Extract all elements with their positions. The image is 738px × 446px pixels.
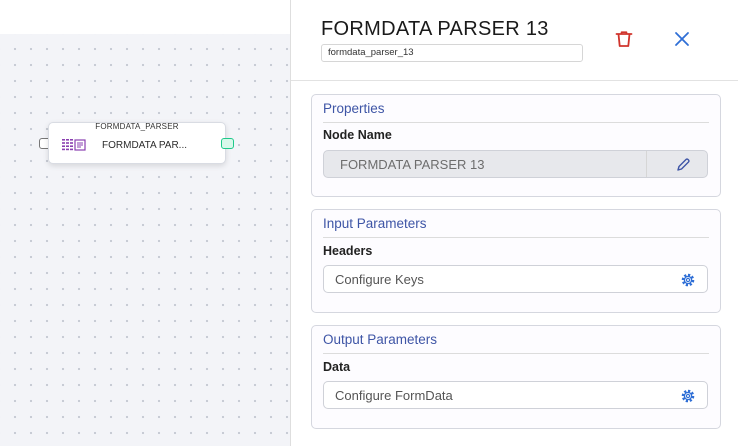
node-name-field: FORMDATA PARSER 13 [323,150,708,178]
gear-icon[interactable] [680,388,696,404]
node-id-field[interactable]: formdata_parser_13 [321,44,583,62]
workflow-canvas[interactable]: FORMDATA_PARSER FORMDATA PAR... [0,0,290,446]
input-parameters-title: Input Parameters [323,216,427,231]
headers-field[interactable]: Configure Keys [323,265,708,293]
trash-icon[interactable] [613,28,635,50]
section-divider [323,353,709,354]
canvas-grid [0,34,290,446]
input-parameters-section: Input Parameters Headers Configure Keys [311,209,721,313]
formdata-parser-node[interactable]: FORMDATA_PARSER FORMDATA PAR... [48,122,226,164]
data-label: Data [323,360,351,374]
canvas-toolbar-area [0,0,290,34]
node-name-value: FORMDATA PARSER 13 [340,157,485,172]
node-settings-panel: FORMDATA PARSER 13 formdata_parser_13 Pr… [290,0,738,446]
headers-label: Headers [323,244,373,258]
properties-section: Properties Node Name FORMDATA PARSER 13 [311,94,721,197]
panel-title: FORMDATA PARSER 13 [321,18,549,40]
section-divider [323,237,709,238]
node-label: FORMDATA PAR... [102,140,188,151]
output-parameters-section: Output Parameters Data Configure FormDat… [311,325,721,429]
node-output-port[interactable] [221,138,234,149]
node-name-label: Node Name [323,128,392,142]
gear-icon[interactable] [680,272,696,288]
field-separator [646,151,647,177]
data-value: Configure FormData [335,388,453,403]
headers-value: Configure Keys [335,272,424,287]
output-parameters-title: Output Parameters [323,332,438,347]
close-icon[interactable] [671,28,693,50]
properties-title: Properties [323,101,385,116]
pencil-icon[interactable] [675,157,691,173]
data-field[interactable]: Configure FormData [323,381,708,409]
formdata-icon [62,139,86,151]
section-divider [323,122,709,123]
node-type-label: FORMDATA_PARSER [95,122,179,131]
panel-header: FORMDATA PARSER 13 formdata_parser_13 [291,0,738,81]
